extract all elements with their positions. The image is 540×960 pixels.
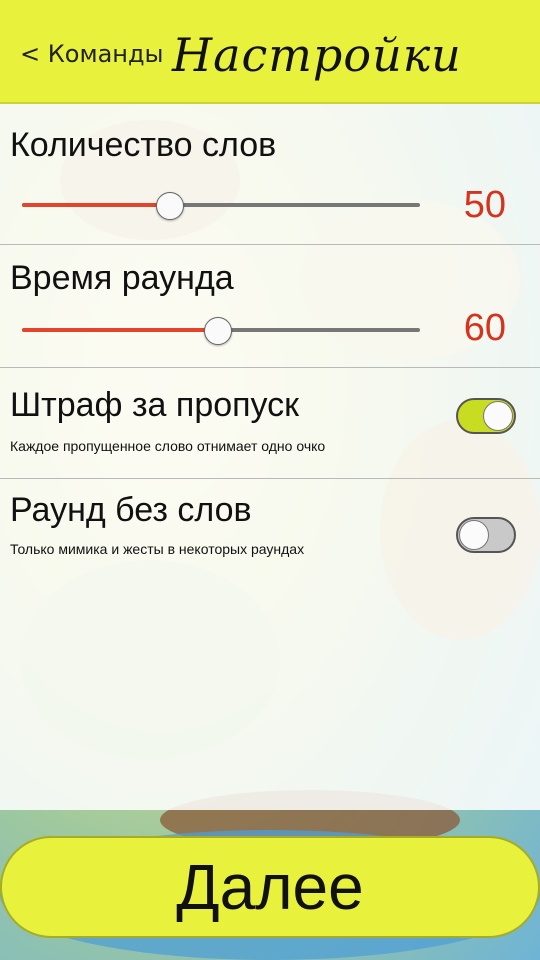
word-count-slider[interactable] (22, 190, 420, 220)
skip-penalty-description: Каждое пропущенное слово отнимает одно о… (10, 438, 326, 454)
page-title: Настройки (172, 28, 462, 82)
skip-penalty-label: Штраф за пропуск (10, 386, 300, 424)
next-button[interactable]: Далее (0, 836, 540, 938)
round-time-slider[interactable] (22, 315, 420, 345)
setting-round-time: Время раунда 60 (0, 245, 540, 368)
wordless-round-toggle[interactable] (456, 517, 516, 553)
settings-panel: Количество слов 50 Время раунда 60 Штраф… (0, 104, 540, 810)
wordless-round-description: Только мимика и жесты в некоторых раунда… (10, 541, 305, 557)
slider-thumb[interactable] (204, 317, 233, 345)
round-time-value: 60 (463, 307, 506, 349)
slider-fill (22, 328, 218, 332)
setting-wordless-round: Раунд без слов Только мимика и жесты в н… (0, 479, 540, 579)
word-count-label: Количество слов (10, 126, 277, 164)
setting-skip-penalty: Штраф за пропуск Каждое пропущенное слов… (0, 368, 540, 479)
wordless-round-label: Раунд без слов (10, 491, 252, 529)
setting-word-count: Количество слов 50 (0, 104, 540, 245)
slider-thumb[interactable] (156, 192, 185, 220)
next-button-label: Далее (176, 851, 364, 923)
back-button[interactable]: < Команды (20, 40, 164, 68)
skip-penalty-toggle[interactable] (456, 398, 516, 434)
toggle-knob (459, 520, 489, 550)
round-time-label: Время раунда (10, 259, 234, 297)
word-count-value: 50 (463, 184, 506, 226)
toggle-knob (483, 401, 513, 431)
slider-fill (22, 203, 170, 207)
top-bar: < Команды Настройки (0, 0, 540, 104)
